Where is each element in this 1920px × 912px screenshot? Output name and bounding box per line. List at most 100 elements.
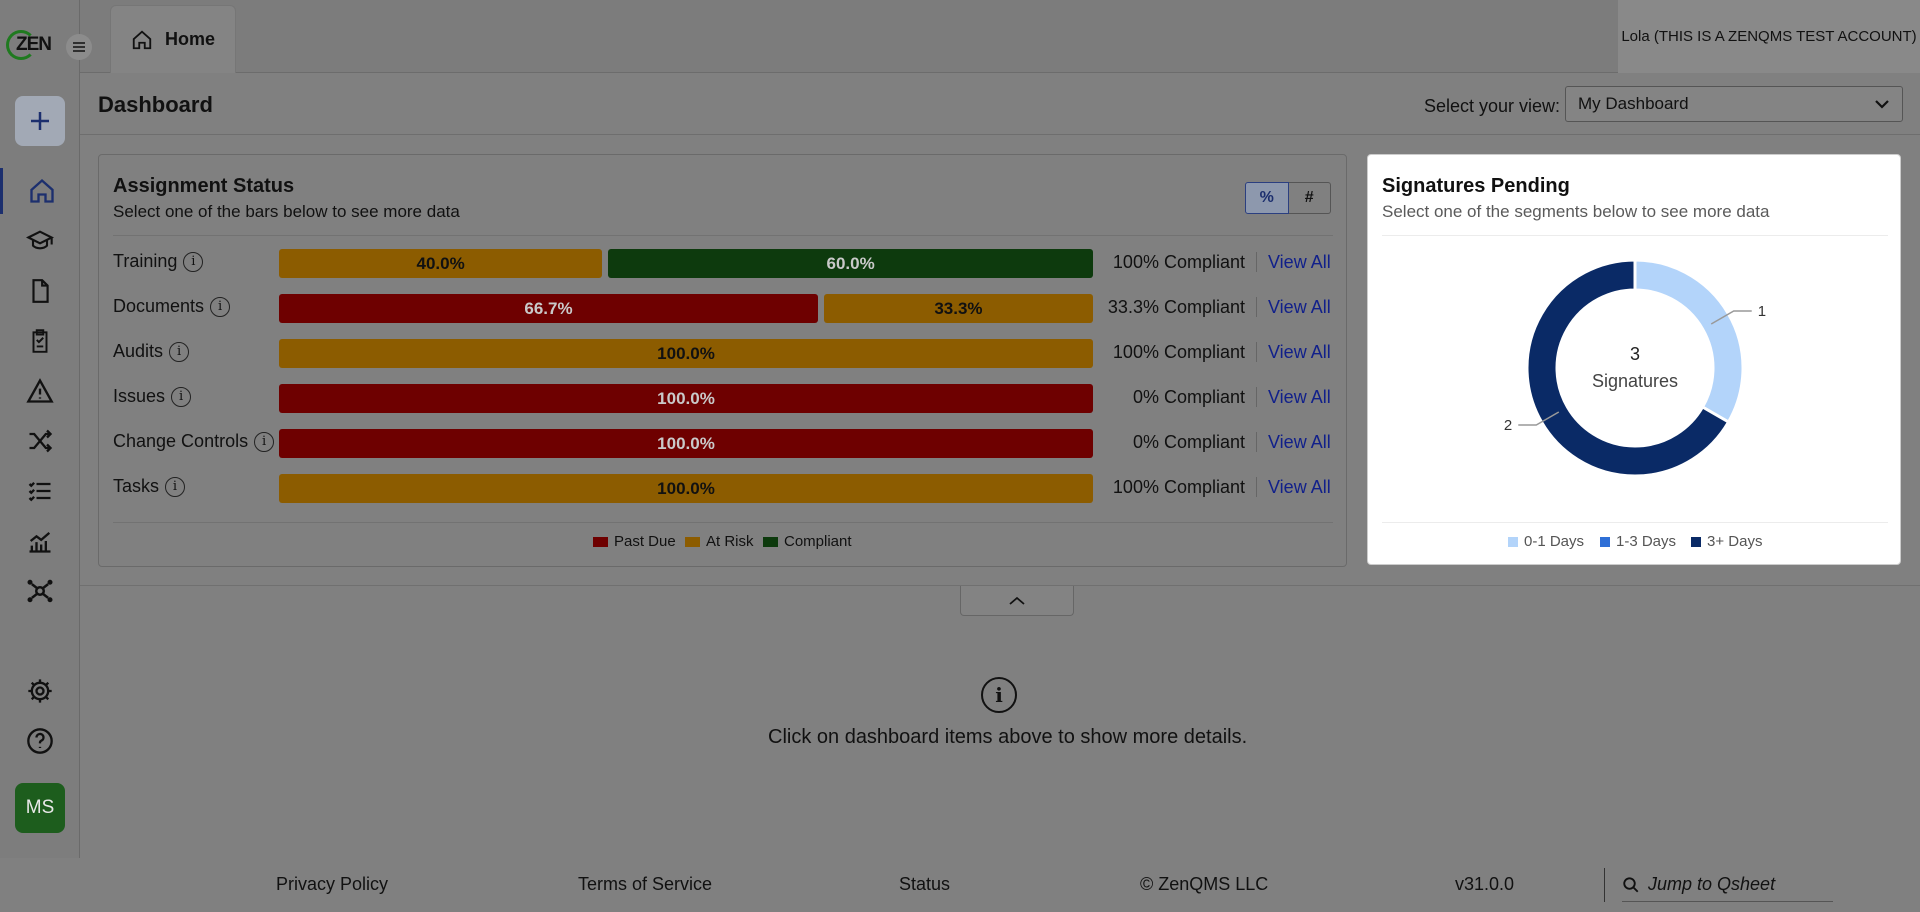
card-divider — [113, 235, 1333, 236]
legend-item-past-due[interactable]: Past Due — [593, 533, 676, 550]
sidebar-item-reports[interactable] — [0, 518, 80, 564]
view-all-link[interactable]: View All — [1268, 342, 1331, 363]
view-select-label: Select your view: — [1424, 96, 1561, 116]
card-subtitle: Select one of the segments below to see … — [1382, 202, 1770, 221]
info-icon[interactable]: i — [171, 386, 192, 407]
assignment-row: Issues i 100.0% 0% Compliant View All — [99, 382, 1348, 413]
legend-item-1-3-days[interactable]: 1-3 Days — [1600, 533, 1676, 550]
view-all-link[interactable]: View All — [1268, 252, 1331, 273]
legend-item-at-risk[interactable]: At Risk — [685, 533, 754, 550]
percent-toggle-button[interactable]: % — [1245, 182, 1289, 214]
compliance-text: 100% Compliant — [1112, 342, 1245, 362]
view-select[interactable]: My Dashboard — [1565, 86, 1903, 122]
row-label: Tasks i — [113, 476, 186, 497]
tab-home[interactable]: Home — [110, 5, 236, 73]
legend-label: 1-3 Days — [1616, 533, 1677, 550]
info-icon[interactable]: i — [254, 431, 275, 452]
legend-label: Past Due — [614, 533, 676, 550]
compliance-text: 100% Compliant — [1112, 252, 1245, 272]
status-bar-segment-at-risk[interactable]: 40.0% — [279, 249, 603, 278]
jump-to-qsheet-search[interactable]: Jump to Qsheet — [1622, 868, 1833, 902]
gear-icon — [28, 679, 52, 703]
card-title: Signatures Pending — [1382, 175, 1570, 197]
legend-swatch — [593, 536, 608, 547]
legend-swatch — [763, 536, 778, 547]
status-bar-segment-past-due[interactable]: 66.7% — [279, 294, 818, 323]
view-all-link[interactable]: View All — [1268, 387, 1331, 408]
status-bar-segment-past-due[interactable]: 100.0% — [279, 384, 1093, 413]
card-subtitle: Select one of the bars below to see more… — [113, 202, 460, 221]
legend-item-3-days[interactable]: 3+ Days — [1691, 533, 1762, 550]
assignment-row: Documents i 66.7% 33.3% 33.3% Compliant View … — [99, 292, 1348, 323]
row-label-text: Tasks — [113, 476, 160, 496]
sidebar-item-network[interactable] — [0, 568, 80, 614]
sidebar-item-help[interactable] — [0, 718, 80, 764]
compliance-text: 33.3% Compliant — [1107, 297, 1245, 317]
legend-swatch — [1691, 536, 1701, 547]
row-label: Issues i — [113, 386, 192, 407]
sidebar-item-tasks[interactable] — [0, 468, 80, 514]
view-all-link[interactable]: View All — [1268, 477, 1331, 498]
legend-swatch — [685, 536, 700, 547]
sidebar-item-home[interactable] — [0, 168, 80, 214]
terms-of-service-link[interactable]: Terms of Service — [578, 874, 712, 895]
status-bar-segment-at-risk[interactable]: 100.0% — [279, 474, 1093, 503]
account-menu[interactable]: Lola (THIS IS A ZENQMS TEST ACCOUNT) — [1618, 0, 1920, 73]
search-placeholder: Jump to Qsheet — [1648, 874, 1776, 894]
footer-separator — [1604, 868, 1605, 902]
add-button[interactable] — [15, 96, 65, 146]
info-icon[interactable]: i — [210, 296, 231, 317]
legend-label: At Risk — [706, 533, 754, 550]
count-toggle-button[interactable]: # — [1288, 182, 1331, 214]
info-icon: i — [981, 677, 1017, 713]
copyright-text: © ZenQMS LLC — [1140, 874, 1269, 894]
row-label-text: Change Controls — [113, 431, 249, 451]
status-bar-segment-compliant[interactable]: 60.0% — [608, 249, 1093, 278]
row-separator — [1256, 477, 1257, 497]
signatures-pending-card: Signatures Pending Select one of the seg… — [1367, 154, 1901, 565]
info-icon[interactable]: i — [183, 251, 204, 272]
view-select-value: My Dashboard — [1578, 94, 1689, 113]
assignment-row: Tasks i 100.0% 100% Compliant View All — [99, 472, 1348, 503]
sidebar-item-training[interactable] — [0, 218, 80, 264]
sidebar-item-settings[interactable] — [0, 668, 80, 714]
row-label: Documents i — [113, 296, 231, 317]
compliance-text: 0% Compliant — [1132, 432, 1245, 452]
legend-item-compliant[interactable]: Compliant — [763, 533, 852, 550]
display-toggle: % # — [1245, 182, 1331, 214]
compliance-text: 100% Compliant — [1112, 477, 1245, 497]
view-all-link[interactable]: View All — [1268, 297, 1331, 318]
assignment-status-card: Assignment Status Select one of the bars… — [98, 154, 1347, 567]
home-icon — [29, 178, 54, 203]
tab-home-label: Home — [165, 29, 216, 49]
status-bar-segment-past-due[interactable]: 100.0% — [279, 429, 1093, 458]
privacy-policy-link[interactable]: Privacy Policy — [276, 874, 388, 895]
menu-toggle-button[interactable] — [66, 34, 92, 60]
view-all-link[interactable]: View All — [1268, 432, 1331, 453]
version-text: v31.0.0 — [1455, 874, 1515, 894]
status-bar-segment-at-risk[interactable]: 100.0% — [279, 339, 1093, 368]
collapse-dashboard-button[interactable] — [960, 586, 1074, 616]
status-bar-segment-at-risk[interactable]: 33.3% — [823, 294, 1093, 323]
checklist-icon — [28, 482, 51, 502]
help-icon — [27, 728, 53, 754]
legend-item-0-1-days[interactable]: 0-1 Days — [1508, 533, 1584, 550]
footer: Privacy Policy Terms of Service Status ©… — [0, 858, 1920, 912]
info-icon[interactable]: i — [169, 341, 190, 362]
card-divider — [1382, 235, 1888, 236]
card-divider — [113, 522, 1333, 523]
sidebar-item-documents[interactable] — [0, 268, 80, 314]
donut-data-label: 2 — [1504, 417, 1512, 434]
sidebar-item-issues[interactable] — [0, 368, 80, 414]
page-header: Dashboard Select your view: My Dashboard — [80, 74, 1920, 135]
info-icon[interactable]: i — [165, 476, 186, 497]
row-separator — [1256, 342, 1257, 362]
donut-data-label: 1 — [1758, 303, 1766, 320]
donut-segment-0-1-days[interactable] — [1633, 258, 1745, 425]
status-link[interactable]: Status — [899, 874, 950, 895]
row-label-text: Issues — [113, 386, 166, 406]
user-avatar[interactable]: MS — [15, 783, 65, 833]
card-title: Assignment Status — [113, 175, 295, 197]
sidebar-item-change-controls[interactable] — [0, 418, 80, 464]
sidebar-item-audits[interactable] — [0, 318, 80, 364]
